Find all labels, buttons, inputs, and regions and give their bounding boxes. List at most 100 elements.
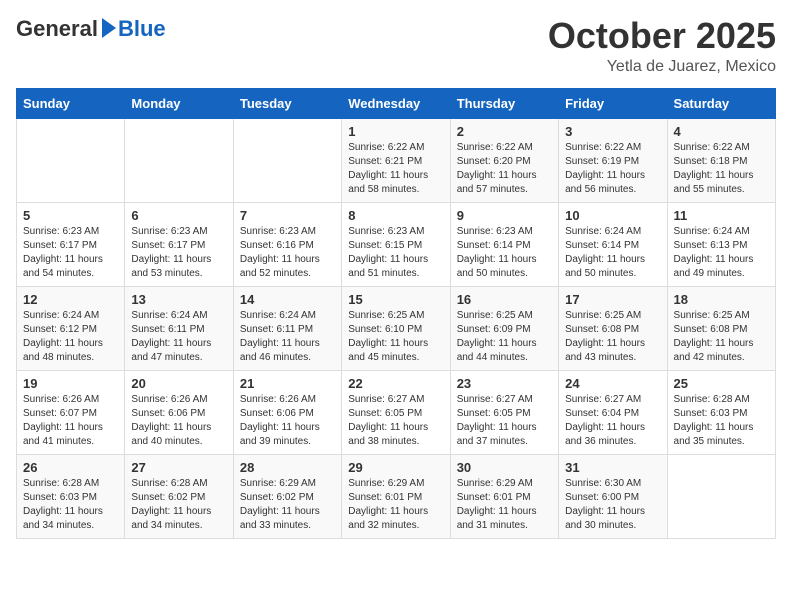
calendar-cell — [17, 118, 125, 202]
calendar-cell: 27 Sunrise: 6:28 AM Sunset: 6:02 PM Dayli… — [125, 454, 233, 538]
calendar-cell: 22Sunrise: 6:27 AM Sunset: 6:05 PM Dayli… — [342, 370, 450, 454]
week-row-5: 26Sunrise: 6:28 AM Sunset: 6:03 PM Dayli… — [17, 454, 776, 538]
calendar-cell: 3 Sunrise: 6:22 AM Sunset: 6:19 PM Daylig… — [559, 118, 667, 202]
month-title: October 2025 — [548, 16, 776, 56]
calendar-cell: 1 Sunrise: 6:22 AM Sunset: 6:21 PM Daylig… — [342, 118, 450, 202]
calendar-cell: 25 Sunrise: 6:28 AM Sunset: 6:03 PM Dayli… — [667, 370, 775, 454]
calendar-cell: 24 Sunrise: 6:27 AM Sunset: 6:04 PM Dayli… — [559, 370, 667, 454]
week-row-2: 5 Sunrise: 6:23 AM Sunset: 6:17 PM Daylig… — [17, 202, 776, 286]
day-number: 10 — [565, 208, 660, 223]
header: General Blue October 2025 Yetla de Juare… — [16, 16, 776, 76]
day-info: Sunrise: 6:23 AM Sunset: 6:16 PM Dayligh… — [240, 225, 335, 281]
calendar-cell: 10 Sunrise: 6:24 AM Sunset: 6:14 PM Dayli… — [559, 202, 667, 286]
weekday-header-row: SundayMondayTuesdayWednesdayThursdayFrid… — [17, 88, 776, 118]
day-number: 3 — [565, 124, 660, 139]
calendar-cell: 26Sunrise: 6:28 AM Sunset: 6:03 PM Dayli… — [17, 454, 125, 538]
calendar-cell: 21 Sunrise: 6:26 AM Sunset: 6:06 PM Dayli… — [233, 370, 341, 454]
calendar-cell: 12 Sunrise: 6:24 AM Sunset: 6:12 PM Dayli… — [17, 286, 125, 370]
logo-arrow-icon — [102, 18, 116, 38]
location-text: Yetla de Juarez, Mexico — [548, 58, 776, 76]
day-info: Sunrise: 6:27 AM Sunset: 6:04 PM Dayligh… — [565, 393, 660, 449]
week-row-3: 12 Sunrise: 6:24 AM Sunset: 6:12 PM Dayli… — [17, 286, 776, 370]
day-info: Sunrise: 6:22 AM Sunset: 6:20 PM Dayligh… — [457, 141, 552, 197]
calendar-cell: 16Sunrise: 6:25 AM Sunset: 6:09 PM Dayli… — [450, 286, 558, 370]
day-number: 25 — [674, 376, 769, 391]
day-info: Sunrise: 6:24 AM Sunset: 6:11 PM Dayligh… — [131, 309, 226, 365]
calendar-cell: 20Sunrise: 6:26 AM Sunset: 6:06 PM Dayli… — [125, 370, 233, 454]
day-number: 4 — [674, 124, 769, 139]
calendar-cell: 31 Sunrise: 6:30 AM Sunset: 6:00 PM Dayli… — [559, 454, 667, 538]
day-info: Sunrise: 6:24 AM Sunset: 6:14 PM Dayligh… — [565, 225, 660, 281]
day-info: Sunrise: 6:28 AM Sunset: 6:03 PM Dayligh… — [674, 393, 769, 449]
calendar-cell: 6 Sunrise: 6:23 AM Sunset: 6:17 PM Daylig… — [125, 202, 233, 286]
calendar-cell: 7 Sunrise: 6:23 AM Sunset: 6:16 PM Daylig… — [233, 202, 341, 286]
calendar-cell: 29 Sunrise: 6:29 AM Sunset: 6:01 PM Dayli… — [342, 454, 450, 538]
calendar: SundayMondayTuesdayWednesdayThursdayFrid… — [16, 88, 776, 539]
day-info: Sunrise: 6:24 AM Sunset: 6:12 PM Dayligh… — [23, 309, 118, 365]
calendar-cell: 30Sunrise: 6:29 AM Sunset: 6:01 PM Dayli… — [450, 454, 558, 538]
day-number: 23 — [457, 376, 552, 391]
day-number: 7 — [240, 208, 335, 223]
calendar-cell: 11Sunrise: 6:24 AM Sunset: 6:13 PM Dayli… — [667, 202, 775, 286]
day-info: Sunrise: 6:28 AM Sunset: 6:02 PM Dayligh… — [131, 477, 226, 533]
day-number: 8 — [348, 208, 443, 223]
title-section: October 2025 Yetla de Juarez, Mexico — [548, 16, 776, 76]
day-info: Sunrise: 6:29 AM Sunset: 6:01 PM Dayligh… — [457, 477, 552, 533]
day-number: 5 — [23, 208, 118, 223]
day-info: Sunrise: 6:27 AM Sunset: 6:05 PM Dayligh… — [457, 393, 552, 449]
day-number: 22 — [348, 376, 443, 391]
day-number: 28 — [240, 460, 335, 475]
week-row-4: 19 Sunrise: 6:26 AM Sunset: 6:07 PM Dayli… — [17, 370, 776, 454]
day-number: 9 — [457, 208, 552, 223]
day-number: 31 — [565, 460, 660, 475]
day-number: 15 — [348, 292, 443, 307]
day-number: 27 — [131, 460, 226, 475]
day-info: Sunrise: 6:30 AM Sunset: 6:00 PM Dayligh… — [565, 477, 660, 533]
weekday-header-friday: Friday — [559, 88, 667, 118]
day-number: 6 — [131, 208, 226, 223]
day-info: Sunrise: 6:24 AM Sunset: 6:11 PM Dayligh… — [240, 309, 335, 365]
logo: General Blue — [16, 16, 166, 42]
calendar-cell: 13Sunrise: 6:24 AM Sunset: 6:11 PM Dayli… — [125, 286, 233, 370]
calendar-cell: 23 Sunrise: 6:27 AM Sunset: 6:05 PM Dayli… — [450, 370, 558, 454]
weekday-header-saturday: Saturday — [667, 88, 775, 118]
day-info: Sunrise: 6:23 AM Sunset: 6:17 PM Dayligh… — [131, 225, 226, 281]
day-info: Sunrise: 6:25 AM Sunset: 6:08 PM Dayligh… — [565, 309, 660, 365]
weekday-header-tuesday: Tuesday — [233, 88, 341, 118]
day-number: 24 — [565, 376, 660, 391]
calendar-cell: 8 Sunrise: 6:23 AM Sunset: 6:15 PM Daylig… — [342, 202, 450, 286]
day-info: Sunrise: 6:22 AM Sunset: 6:21 PM Dayligh… — [348, 141, 443, 197]
day-number: 19 — [23, 376, 118, 391]
day-number: 17 — [565, 292, 660, 307]
calendar-cell: 18Sunrise: 6:25 AM Sunset: 6:08 PM Dayli… — [667, 286, 775, 370]
day-number: 2 — [457, 124, 552, 139]
day-info: Sunrise: 6:29 AM Sunset: 6:01 PM Dayligh… — [348, 477, 443, 533]
calendar-cell — [667, 454, 775, 538]
calendar-cell — [125, 118, 233, 202]
day-number: 1 — [348, 124, 443, 139]
day-number: 11 — [674, 208, 769, 223]
calendar-cell: 19 Sunrise: 6:26 AM Sunset: 6:07 PM Dayli… — [17, 370, 125, 454]
calendar-cell — [233, 118, 341, 202]
day-info: Sunrise: 6:26 AM Sunset: 6:07 PM Dayligh… — [23, 393, 118, 449]
day-info: Sunrise: 6:23 AM Sunset: 6:14 PM Dayligh… — [457, 225, 552, 281]
day-number: 20 — [131, 376, 226, 391]
calendar-cell: 17 Sunrise: 6:25 AM Sunset: 6:08 PM Dayli… — [559, 286, 667, 370]
day-info: Sunrise: 6:26 AM Sunset: 6:06 PM Dayligh… — [240, 393, 335, 449]
calendar-cell: 5Sunrise: 6:23 AM Sunset: 6:17 PM Daylig… — [17, 202, 125, 286]
calendar-cell: 4 Sunrise: 6:22 AM Sunset: 6:18 PM Daylig… — [667, 118, 775, 202]
weekday-header-thursday: Thursday — [450, 88, 558, 118]
day-number: 29 — [348, 460, 443, 475]
weekday-header-sunday: Sunday — [17, 88, 125, 118]
calendar-cell: 2 Sunrise: 6:22 AM Sunset: 6:20 PM Daylig… — [450, 118, 558, 202]
weekday-header-monday: Monday — [125, 88, 233, 118]
calendar-cell: 9 Sunrise: 6:23 AM Sunset: 6:14 PM Daylig… — [450, 202, 558, 286]
weekday-header-wednesday: Wednesday — [342, 88, 450, 118]
day-number: 12 — [23, 292, 118, 307]
day-info: Sunrise: 6:23 AM Sunset: 6:15 PM Dayligh… — [348, 225, 443, 281]
day-info: Sunrise: 6:22 AM Sunset: 6:18 PM Dayligh… — [674, 141, 769, 197]
day-number: 14 — [240, 292, 335, 307]
day-info: Sunrise: 6:22 AM Sunset: 6:19 PM Dayligh… — [565, 141, 660, 197]
day-number: 18 — [674, 292, 769, 307]
day-number: 21 — [240, 376, 335, 391]
